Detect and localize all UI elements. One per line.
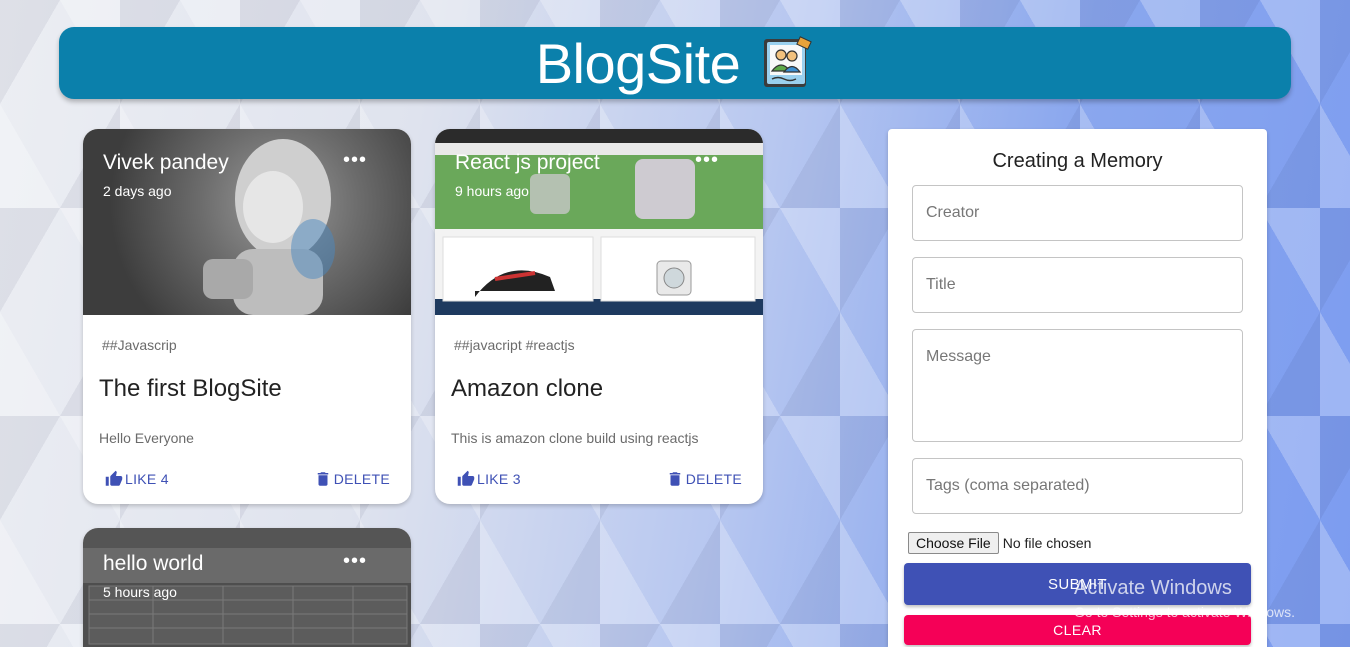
post-image: React js project 9 hours ago •••	[435, 129, 763, 315]
like-button[interactable]: LIKE 4	[105, 470, 169, 488]
delete-label: DELETE	[333, 471, 390, 487]
post-tags: ##javacript #reactjs	[454, 337, 575, 353]
like-button[interactable]: LIKE 3	[457, 470, 521, 488]
post-card: hello world 5 hours ago •••	[83, 528, 411, 647]
more-options-icon[interactable]: •••	[343, 150, 367, 170]
post-creator: Vivek pandey	[103, 151, 229, 174]
post-time: 5 hours ago	[103, 584, 177, 600]
delete-button[interactable]: DELETE	[314, 470, 390, 488]
post-creator: hello world	[103, 552, 204, 575]
post-time: 9 hours ago	[455, 183, 529, 199]
site-title: BlogSite	[535, 31, 741, 95]
post-image: Vivek pandey 2 days ago •••	[83, 129, 411, 315]
more-options-icon[interactable]: •••	[695, 150, 719, 170]
post-card: Vivek pandey 2 days ago ••• ##Javascrip …	[83, 129, 411, 504]
tags-input[interactable]	[912, 458, 1243, 514]
more-options-icon[interactable]: •••	[343, 551, 367, 571]
card-actions: LIKE 4 DELETE	[83, 446, 411, 504]
photo-album-icon	[764, 36, 813, 87]
trash-icon	[317, 472, 328, 486]
message-input[interactable]	[912, 329, 1243, 442]
clear-button[interactable]: CLEAR	[904, 615, 1251, 645]
post-creator: React js project	[455, 151, 600, 174]
post-card: React js project 9 hours ago ••• ##javac…	[435, 129, 763, 504]
app-bar: BlogSite	[59, 27, 1291, 99]
title-input[interactable]	[912, 257, 1243, 313]
post-title: The first BlogSite	[99, 375, 282, 402]
choose-file-button[interactable]: Choose File	[908, 532, 999, 554]
creator-input[interactable]	[912, 185, 1243, 241]
card-actions: LIKE 3 DELETE	[435, 446, 763, 504]
delete-button[interactable]: DELETE	[666, 470, 742, 488]
post-time: 2 days ago	[103, 183, 172, 199]
no-file-text: No file chosen	[1002, 535, 1092, 551]
form-heading: Creating a Memory	[992, 150, 1163, 172]
thumb-up-icon	[457, 470, 475, 486]
create-memory-form: Creating a Memory Choose File No file ch…	[888, 129, 1267, 647]
trash-icon	[669, 472, 680, 486]
file-picker: Choose File No file chosen	[908, 532, 1091, 554]
post-tags: ##Javascrip	[102, 337, 177, 353]
like-label: LIKE 4	[125, 471, 169, 487]
post-message: This is amazon clone build using reactjs	[451, 430, 699, 446]
post-title: Amazon clone	[451, 375, 604, 402]
submit-button[interactable]: SUBMIT	[904, 563, 1251, 605]
thumb-up-icon	[105, 470, 123, 486]
delete-label: DELETE	[685, 471, 742, 487]
post-image: hello world 5 hours ago •••	[83, 528, 411, 647]
like-label: LIKE 3	[477, 471, 521, 487]
post-message: Hello Everyone	[99, 430, 194, 446]
